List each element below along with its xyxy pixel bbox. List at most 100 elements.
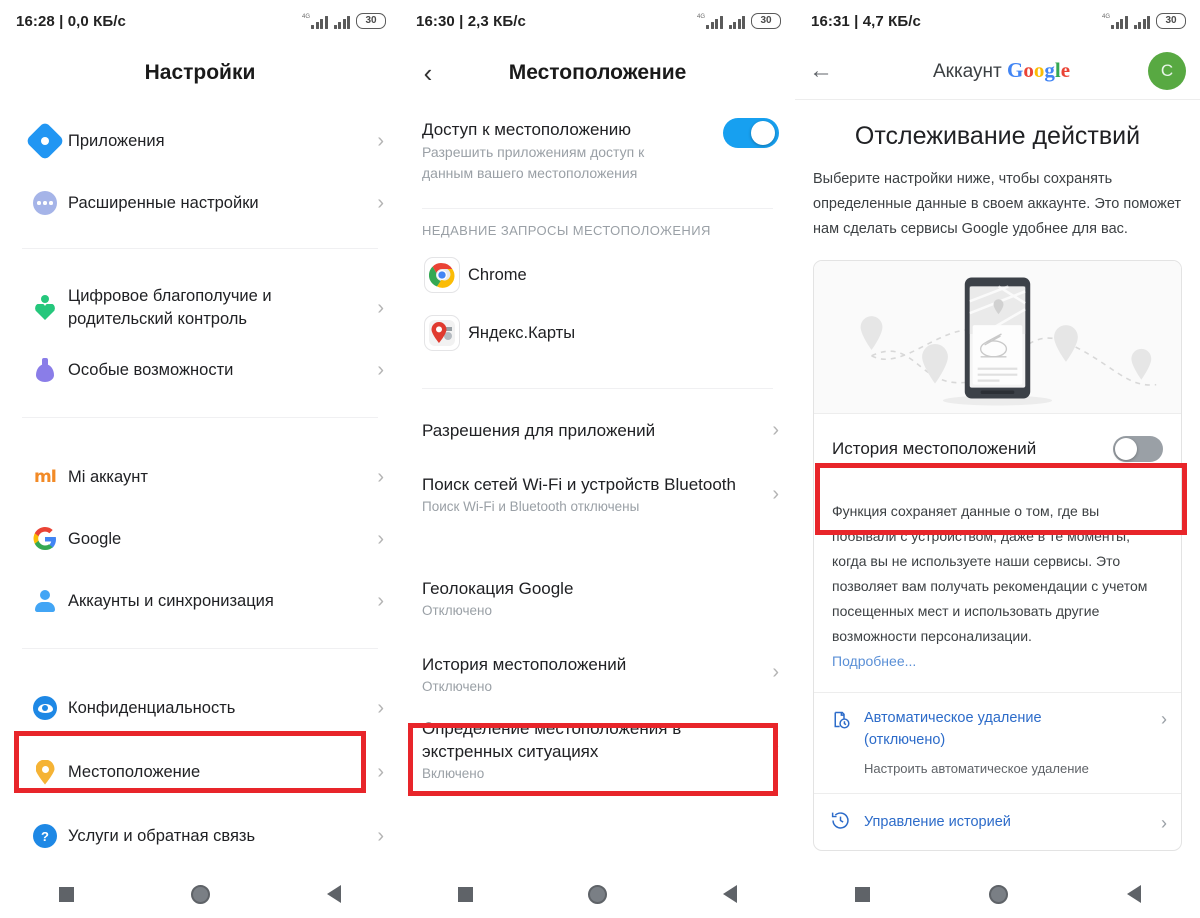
status-bar-3: 16:31 | 4,7 КБ/с 4G 30 — [795, 0, 1200, 42]
auto-delete-icon — [830, 707, 864, 735]
chevron-right-icon: › — [772, 418, 779, 441]
location-history-row[interactable]: История местоположений Отключено › — [400, 645, 795, 711]
back-triangle-icon[interactable] — [1126, 885, 1141, 903]
chevron-right-icon: › — [377, 358, 384, 381]
avatar[interactable]: С — [1148, 51, 1186, 90]
manage-history-row[interactable]: Управление историей › — [814, 793, 1181, 850]
google-location-accuracy-row[interactable]: Геолокация Google Отключено — [400, 569, 795, 631]
chevron-right-icon: › — [377, 465, 384, 488]
yandex-maps-icon — [416, 315, 468, 351]
chevron-right-icon: › — [377, 527, 384, 550]
home-circle-icon[interactable] — [190, 884, 210, 904]
recents-square-icon[interactable] — [58, 886, 74, 902]
location-history-description: Функция сохраняет данные о том, где вы п… — [814, 483, 1181, 692]
location-history-illustration — [814, 261, 1181, 413]
list-item-label: Аккаунты и синхронизация — [68, 591, 274, 610]
app-name-label: Chrome — [468, 265, 527, 284]
battery-indicator: 30 — [356, 13, 386, 29]
chevron-right-icon: › — [377, 589, 384, 612]
sidebar-item-accessibility[interactable]: Особые возможности › — [0, 339, 400, 401]
sidebar-item-apps[interactable]: Приложения › — [0, 110, 400, 172]
list-item-label: Расширенные настройки — [68, 193, 259, 212]
sidebar-item-mi-account[interactable]: mI Mi аккаунт › — [0, 446, 400, 508]
chevron-right-icon: › — [377, 696, 384, 719]
chevron-right-icon: › — [377, 296, 384, 319]
question-mark-icon: ? — [22, 824, 68, 848]
list-item-label: Поиск сетей Wi-Fi и устройств Bluetooth — [422, 475, 736, 494]
network-type-label: 4G — [696, 13, 705, 20]
auto-delete-label: Автоматическое удаление (отключено) — [864, 710, 1042, 748]
auto-delete-row[interactable]: Автоматическое удаление (отключено) Наст… — [814, 692, 1181, 793]
gear-icon — [22, 130, 68, 152]
signal-strength-icon-1: 4G — [1102, 14, 1128, 29]
list-item-sublabel: Отключено — [422, 679, 492, 694]
auto-delete-sublabel: Настроить автоматическое удаление — [864, 761, 1089, 776]
location-history-toggle[interactable] — [1113, 435, 1163, 462]
more-dots-icon — [22, 191, 68, 215]
account-title-prefix: Аккаунт — [932, 61, 1008, 82]
google-account-title: Аккаунт Google — [855, 58, 1148, 83]
location-history-card: История местоположений Функция сохраняет… — [813, 260, 1182, 851]
status-bar-2: 16:30 | 2,3 КБ/с 4G 30 — [400, 0, 795, 42]
location-history-toggle-label: История местоположений — [832, 438, 1037, 458]
location-access-toggle[interactable] — [723, 118, 779, 148]
list-item-label: Особые возможности — [68, 360, 234, 379]
recents-square-icon[interactable] — [854, 886, 870, 902]
chevron-right-icon: › — [377, 129, 384, 152]
home-circle-icon[interactable] — [588, 884, 608, 904]
battery-indicator: 30 — [1156, 13, 1186, 29]
list-item-sublabel: Включено — [422, 766, 485, 781]
recent-requests-section-label: НЕДАВНИЕ ЗАПРОСЫ МЕСТОПОЛОЖЕНИЯ — [422, 223, 711, 238]
battery-indicator: 30 — [751, 13, 781, 29]
location-pin-icon — [22, 760, 68, 785]
list-item-sublabel: Отключено — [422, 603, 492, 618]
sidebar-item-advanced-settings[interactable]: Расширенные настройки › — [0, 172, 400, 234]
google-logo-icon — [22, 527, 68, 551]
home-circle-icon[interactable] — [988, 884, 1008, 904]
sidebar-item-digital-wellbeing[interactable]: Цифровое благополучие и родительский кон… — [0, 277, 400, 339]
back-chevron-icon[interactable]: ‹ — [400, 58, 456, 89]
chevron-right-icon: › — [772, 661, 779, 683]
three-phone-screenshots: 16:28 | 0,0 КБ/с 4G 30 Настройки Приложе… — [0, 0, 1200, 918]
network-type-label: 4G — [1101, 13, 1110, 20]
status-time-throughput: 16:31 | 4,7 КБ/с — [811, 12, 921, 30]
list-item-label: Геолокация Google — [422, 579, 574, 598]
sidebar-item-google[interactable]: Google › — [0, 508, 400, 570]
list-item-label: Конфиденциальность — [68, 698, 236, 717]
chevron-right-icon: › — [377, 824, 384, 847]
status-time-throughput: 16:30 | 2,3 КБ/с — [416, 12, 526, 30]
learn-more-link[interactable]: Подробнее... — [832, 653, 916, 669]
recent-app-chrome[interactable]: Chrome — [400, 246, 795, 304]
app-name-label: Яндекс.Карты — [468, 323, 576, 342]
navigation-bar-3 — [795, 870, 1200, 918]
phone-screen-settings: 16:28 | 0,0 КБ/с 4G 30 Настройки Приложе… — [0, 0, 400, 918]
page-title: Настройки — [144, 61, 256, 84]
location-access-label: Доступ к местоположению — [422, 120, 632, 139]
chevron-right-icon: › — [1161, 812, 1167, 833]
wifi-bluetooth-scanning-row[interactable]: Поиск сетей Wi-Fi и устройств Bluetooth … — [400, 461, 795, 535]
back-triangle-icon[interactable] — [327, 885, 342, 903]
google-wordmark: Google — [1007, 58, 1071, 82]
sidebar-item-privacy[interactable]: Конфиденциальность › — [0, 677, 400, 739]
back-arrow-icon[interactable]: ← — [809, 57, 855, 85]
signal-strength-icon-2 — [333, 14, 350, 29]
sidebar-item-accounts-sync[interactable]: Аккаунты и синхронизация › — [0, 570, 400, 632]
location-access-row[interactable]: Доступ к местоположению Разрешить прилож… — [400, 104, 795, 190]
sidebar-item-location[interactable]: Местоположение › — [0, 739, 400, 805]
list-item-label: Услуги и обратная связь — [68, 826, 256, 845]
list-item-label: Приложения — [68, 131, 165, 150]
sidebar-item-services-feedback[interactable]: ? Услуги и обратная связь › — [0, 805, 400, 867]
recent-app-yandex-maps[interactable]: Яндекс.Карты — [400, 304, 795, 362]
list-item-label: Цифровое благополучие и родительский кон… — [68, 287, 272, 328]
description-text: Функция сохраняет данные о том, где вы п… — [832, 503, 1148, 644]
chevron-right-icon: › — [772, 735, 779, 757]
emergency-location-row[interactable]: Определение местоположения в экстренных … — [400, 711, 795, 783]
intro-paragraph: Выберите настройки ниже, чтобы сохранять… — [813, 171, 1182, 237]
divider — [22, 648, 378, 649]
back-triangle-icon[interactable] — [723, 885, 738, 903]
navigation-bar-1 — [0, 870, 400, 918]
app-permissions-row[interactable]: Разрешения для приложений › — [400, 399, 795, 461]
recents-square-icon[interactable] — [457, 886, 473, 902]
location-history-toggle-row[interactable]: История местоположений — [814, 413, 1181, 483]
divider — [422, 388, 773, 389]
